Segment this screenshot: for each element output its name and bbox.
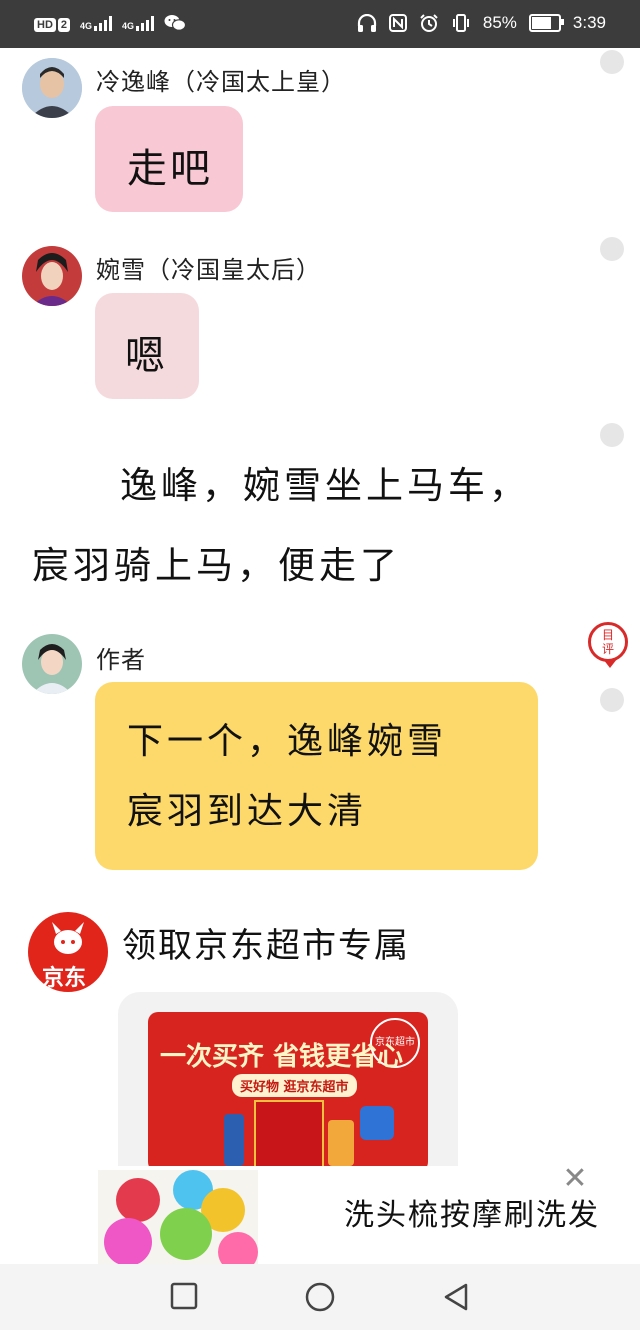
signal-icon: 4G [80,15,113,31]
jd-logo[interactable]: 京东 [28,912,108,992]
jd-logo-text: 京东 [42,966,87,991]
status-dot [600,50,624,74]
ad-subline: 买好物 逛京东超市 [232,1074,357,1097]
headphones-icon [357,14,376,32]
sender-name: 婉雪（冷国皇太后） [96,256,321,284]
sender-name: 冷逸峰（冷国太上皇） [96,68,346,96]
battery-icon [528,14,564,32]
clock: 3:39 [572,13,606,32]
battery-percent: 85% [482,13,517,32]
message-text-line-2: 宸羽到达大清 [127,791,368,832]
floating-ad-thumbnail[interactable] [98,1170,258,1264]
status-dot [600,423,624,447]
message-bubble[interactable]: 下一个，逸峰婉雪 宸羽到达大清 [95,682,538,870]
nfc-icon [388,14,407,32]
hd-voice-indicator: HD 2 [34,13,71,33]
recent-apps-button[interactable] [170,1282,198,1310]
narration-line-2: 宸羽骑上马，便走了 [32,544,401,587]
vibrate-icon [452,14,469,32]
floating-ad-text[interactable]: 洗头梳按摩刷洗发 [344,1190,600,1234]
message-bubble[interactable]: 走吧 [95,106,243,212]
close-icon[interactable]: ✕ [560,1164,590,1194]
ad-title[interactable]: 领取京东超市专属 [122,918,410,967]
product-shapes [218,1100,398,1172]
message-bubble[interactable]: 嗯 [95,293,199,399]
status-bar: HD 2 4G 4G 85% 3:39 [0,0,640,48]
ad-image[interactable]: 京东超市 一次买齐 省钱更省心 买好物 逛京东超市 [148,1012,428,1172]
back-button[interactable] [442,1282,470,1312]
message-text: 嗯 [125,333,165,379]
alarm-icon [420,14,438,32]
comment-stamp-icon[interactable]: 目评 [588,622,628,668]
avatar[interactable] [22,246,82,306]
signal-icon-2: 4G [122,15,155,31]
status-dot [600,688,624,712]
message-text-line-1: 下一个，逸峰婉雪 [127,721,448,762]
ad-headline: 一次买齐 省钱更省心 [160,1042,404,1072]
home-button[interactable] [305,1282,335,1312]
wechat-icon [164,15,187,31]
sender-name: 作者 [96,646,146,674]
message-text: 走吧 [127,146,213,192]
avatar[interactable] [22,634,82,694]
system-nav-bar [0,1264,640,1330]
narration-line-1: 逸峰，婉雪坐上马车， [120,464,530,507]
status-dot [600,237,624,261]
avatar[interactable] [22,58,82,118]
